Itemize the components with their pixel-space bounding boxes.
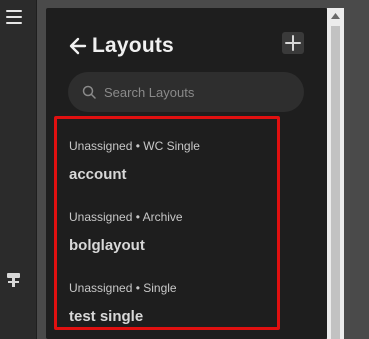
layout-meta: Unassigned • Single <box>69 281 177 295</box>
app-root: Layouts Unassigned • WC Single account U… <box>0 0 369 339</box>
layout-name: bolglayout <box>69 237 145 254</box>
list-item[interactable]: Unassigned • Archive bolglayout <box>69 210 279 254</box>
plus-icon <box>285 35 301 51</box>
layout-name: test single <box>69 308 144 325</box>
layout-meta: Unassigned • Archive <box>69 210 183 224</box>
search-icon <box>82 85 96 99</box>
layout-meta: Unassigned • WC Single <box>69 139 200 153</box>
caret-up-icon <box>331 13 340 19</box>
hamburger-menu-icon[interactable] <box>6 10 22 24</box>
search-box <box>68 72 304 112</box>
arrow-left-icon[interactable] <box>68 36 88 56</box>
panel-header: Layouts <box>68 34 174 58</box>
scrollbar-thumb[interactable] <box>331 26 340 339</box>
left-toolbar <box>0 0 37 339</box>
page-title: Layouts <box>92 34 174 57</box>
search-input[interactable] <box>104 84 284 100</box>
layout-name: account <box>69 166 127 183</box>
list-item[interactable]: Unassigned • WC Single account <box>69 139 279 183</box>
layouts-panel: Layouts Unassigned • WC Single account U… <box>46 8 327 339</box>
list-item[interactable]: Unassigned • Single test single <box>69 281 279 325</box>
background-area <box>344 0 369 339</box>
paint-roller-icon[interactable] <box>6 272 22 288</box>
add-layout-button[interactable] <box>282 32 304 54</box>
vertical-scrollbar[interactable] <box>327 8 344 339</box>
scroll-up-button[interactable] <box>327 8 344 24</box>
